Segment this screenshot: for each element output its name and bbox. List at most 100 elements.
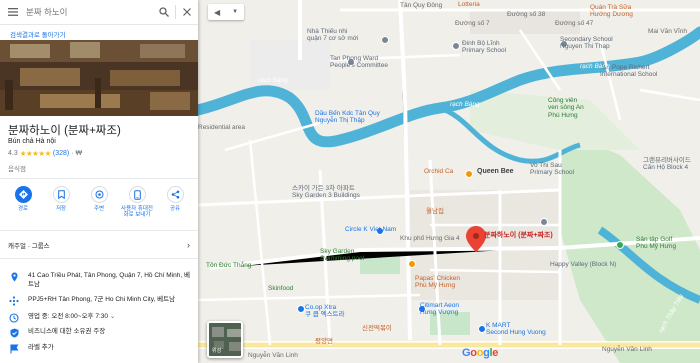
- place-subtitle: Bún chả Hà nội: [8, 138, 56, 145]
- map-label: Orchid Ca: [424, 168, 454, 175]
- map-label: rạch Bàng: [580, 63, 610, 70]
- share-icon: [166, 186, 184, 203]
- save-button[interactable]: 저장: [45, 186, 77, 219]
- place-panel: 검색결과로 돌아가기 분짜하노이 (분짜+짜조) Bún chả Hà nội …: [0, 0, 198, 363]
- directions-icon: [14, 186, 32, 203]
- satellite-toggle[interactable]: 위성: [207, 321, 243, 358]
- rating-value: 4.3: [8, 150, 18, 157]
- add-label-text: 라벨 추가: [28, 344, 54, 351]
- map-label-selected-place[interactable]: 분짜하노이 (분짜+짜조): [484, 232, 553, 240]
- share-button[interactable]: 공유: [159, 186, 191, 219]
- map-layer-control[interactable]: ◀ ▼: [208, 4, 244, 20]
- poi-marker[interactable]: [381, 36, 389, 44]
- satellite-label: 위성: [212, 348, 222, 354]
- label-flag-icon: [0, 343, 28, 354]
- place-category[interactable]: 음식점: [8, 163, 26, 173]
- map-label: Đường số 47: [555, 20, 594, 27]
- map-label: Dầu Bến Kdc Tân Quy Nguyễn Thị Thập: [315, 110, 380, 125]
- clock-icon: [0, 312, 28, 323]
- back-to-results-link[interactable]: 검색결과로 돌아가기: [10, 29, 66, 39]
- add-label-row[interactable]: 라벨 추가: [0, 343, 198, 354]
- poi-marker[interactable]: [408, 260, 416, 268]
- place-highlights-row[interactable]: 캐주얼 · 그룹스 ›: [8, 240, 190, 250]
- action-label: 경로: [17, 206, 29, 212]
- claim-business-row[interactable]: 비즈니스에 대한 소유권 주장: [0, 327, 198, 338]
- map-label: Skinfood: [268, 285, 294, 292]
- poi-marker[interactable]: [616, 241, 624, 249]
- map-label: Secondary School Nguyen Thi Thap: [560, 36, 613, 51]
- bookmark-icon: [52, 186, 70, 203]
- map-label: Lotteria: [458, 1, 480, 8]
- action-label: 저장: [55, 206, 67, 212]
- search-input[interactable]: [26, 2, 153, 22]
- address-text: 41 Cao Triều Phát, Tân Phong, Quận 7, Hồ…: [28, 272, 190, 289]
- map-label: rạch Bàng: [450, 101, 480, 108]
- address-row[interactable]: 41 Cao Triều Phát, Tân Phong, Quận 7, Hồ…: [0, 271, 198, 289]
- restaurant-photo-image: [0, 40, 198, 116]
- map-label: Công viên ven sông An Phú Hưng: [548, 97, 584, 119]
- map-label: Nguyễn Văn Linh: [248, 352, 298, 359]
- location-pin-icon: [0, 271, 28, 282]
- action-bar: 경로 저장 주변 사용자 휴대전화로 보내기 공유: [0, 186, 198, 219]
- nearby-button[interactable]: 주변: [83, 186, 115, 219]
- map-label: Tân Quy Đông: [400, 2, 443, 9]
- claim-business-text: 비즈니스에 대한 소유권 주장: [28, 328, 106, 335]
- map-label: Đường số 7: [455, 20, 490, 27]
- map-label: Citimart Aeon Hưng Vượng: [420, 302, 460, 317]
- close-icon[interactable]: [176, 0, 198, 25]
- map-label: Residential area: [198, 124, 245, 131]
- poi-marker[interactable]: [465, 170, 473, 178]
- search-bar: [0, 0, 198, 25]
- nearby-icon: [90, 186, 108, 203]
- directions-button[interactable]: 경로: [7, 186, 39, 219]
- action-label: 주변: [93, 206, 105, 212]
- place-title: 분짜하노이 (분짜+짜조): [8, 125, 121, 137]
- send-to-phone-button[interactable]: 사용자 휴대전화로 보내기: [121, 186, 153, 219]
- map-label: Co.op Xtra 쿠 쿱 엑스트라: [305, 304, 345, 319]
- plus-code-row[interactable]: PPJ5+RH Tân Phong, 7군 Ho Chi Minh City, …: [0, 295, 198, 306]
- map-label: Papas' Chicken Phú Mỹ Hưng: [415, 275, 460, 290]
- chevron-down-icon[interactable]: ⌄: [110, 313, 115, 320]
- google-logo: Google: [462, 347, 499, 359]
- map-label: Sân tập Golf Phú Mỹ Hưng: [636, 236, 677, 251]
- map-label: K MART Second Hung Vuong: [486, 322, 546, 337]
- star-rating-icon: ★★★★★: [19, 149, 52, 158]
- divider: [0, 230, 198, 231]
- collapse-panel-icon[interactable]: ◀: [214, 8, 220, 17]
- map-label: Sky Garden Swimming pool: [320, 248, 365, 263]
- map-label: Tôn Đức Thắng: [206, 262, 252, 269]
- map-label: Nguyễn Văn Linh: [602, 346, 652, 353]
- map-label: 월남집: [426, 208, 444, 215]
- menu-icon[interactable]: [0, 0, 26, 25]
- hours-row[interactable]: 영업 중: 오전 8:00~오후 7:30 ⌄: [0, 312, 198, 323]
- chevron-down-icon[interactable]: ▼: [232, 9, 238, 15]
- divider: [0, 178, 198, 179]
- poi-marker[interactable]: [297, 305, 305, 313]
- map-label: Tan Phong Ward People's Committee: [330, 55, 388, 70]
- poi-marker[interactable]: [452, 42, 460, 50]
- send-to-phone-icon: [128, 186, 146, 203]
- search-icon[interactable]: [153, 0, 175, 25]
- rating-row: 4.3 ★★★★★ (328) · ₩: [8, 149, 82, 158]
- map-label: Đinh Bộ Lĩnh Primary School: [462, 40, 507, 55]
- map-label: rạch Bàng: [258, 77, 288, 84]
- map-label: Queen Bee: [477, 168, 514, 175]
- map-label: 평양면: [315, 338, 333, 345]
- poi-marker[interactable]: [540, 218, 548, 226]
- hours-text: 영업 중: 오전 8:00~오후 7:30 ⌄: [28, 312, 198, 321]
- chevron-right-icon: ›: [187, 240, 190, 250]
- place-photo[interactable]: [0, 40, 198, 116]
- map-label: Quán Trà Sữa Hướng Dương: [590, 4, 633, 19]
- review-count[interactable]: (328): [53, 150, 69, 157]
- action-label: 공유: [169, 206, 181, 212]
- map-label: Nhà Thiếu nhi quận 7 cơ sở mới: [307, 28, 359, 43]
- map-label: Vo Thi Sau Primary School: [530, 162, 575, 177]
- action-label: 사용자 휴대전화로 보내기: [121, 206, 153, 219]
- map-label: Đường số 38: [507, 11, 546, 18]
- divider: [0, 258, 198, 259]
- map-label: Happy Valley (Block N): [550, 261, 617, 268]
- verified-shield-icon: [0, 327, 28, 338]
- highlights-label: 캐주얼 · 그룹스: [8, 243, 50, 250]
- poi-marker[interactable]: [478, 325, 486, 333]
- hours-value: 영업 중: 오전 8:00~오후 7:30: [28, 313, 108, 320]
